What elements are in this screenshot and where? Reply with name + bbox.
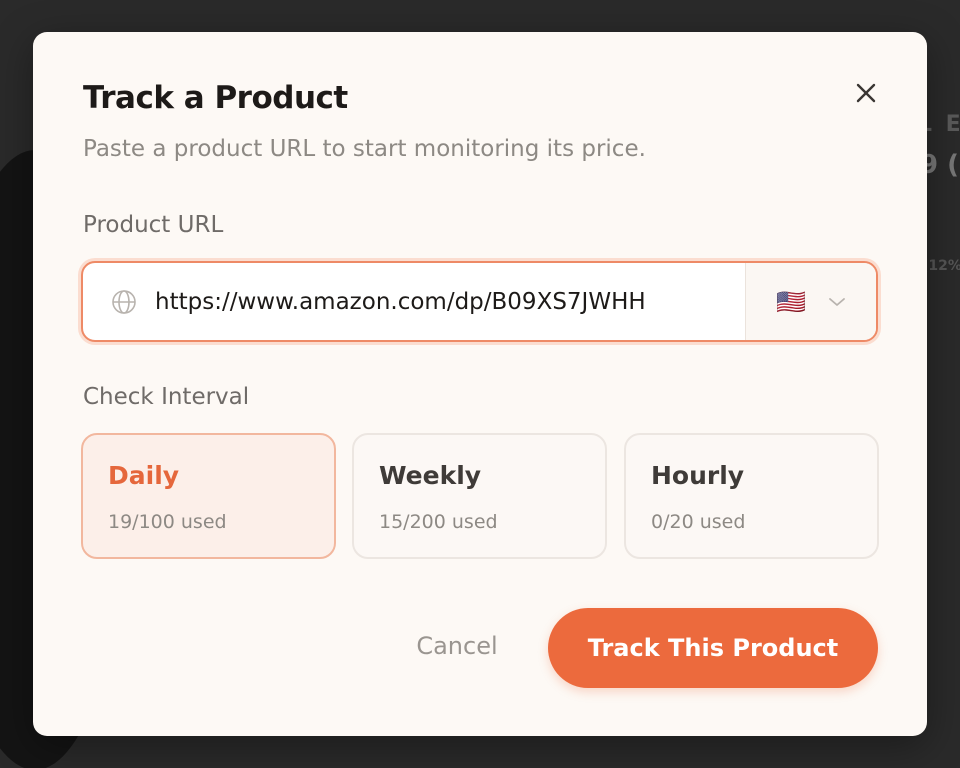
interval-option-name: Hourly: [651, 461, 745, 490]
product-url-input[interactable]: [155, 288, 745, 315]
interval-option-usage: 15/200 used: [379, 511, 498, 533]
interval-option-daily[interactable]: Daily 19/100 used: [81, 433, 336, 559]
interval-option-usage: 19/100 used: [108, 511, 227, 533]
track-product-modal: Track a Product Paste a product URL to s…: [33, 32, 927, 736]
interval-option-hourly[interactable]: Hourly 0/20 used: [624, 433, 879, 559]
globe-icon: [112, 289, 136, 314]
close-icon: [856, 83, 876, 103]
background-text-fragment: (12%: [922, 258, 960, 274]
cancel-button[interactable]: Cancel: [391, 606, 523, 686]
modal-title: Track a Product: [83, 80, 348, 116]
product-url-field: 🇺🇸: [81, 261, 878, 342]
country-select[interactable]: 🇺🇸: [745, 263, 876, 340]
track-product-button[interactable]: Track This Product: [548, 608, 878, 688]
chevron-down-icon: [829, 297, 845, 306]
close-button[interactable]: [851, 78, 881, 108]
interval-option-usage: 0/20 used: [651, 511, 746, 533]
modal-subtitle: Paste a product URL to start monitoring …: [83, 136, 646, 162]
us-flag-icon: 🇺🇸: [776, 287, 806, 316]
interval-option-name: Weekly: [379, 461, 482, 490]
check-interval-label: Check Interval: [83, 384, 250, 410]
interval-option-name: Daily: [108, 461, 180, 490]
interval-option-weekly[interactable]: Weekly 15/200 used: [352, 433, 607, 559]
product-url-label: Product URL: [83, 212, 224, 238]
